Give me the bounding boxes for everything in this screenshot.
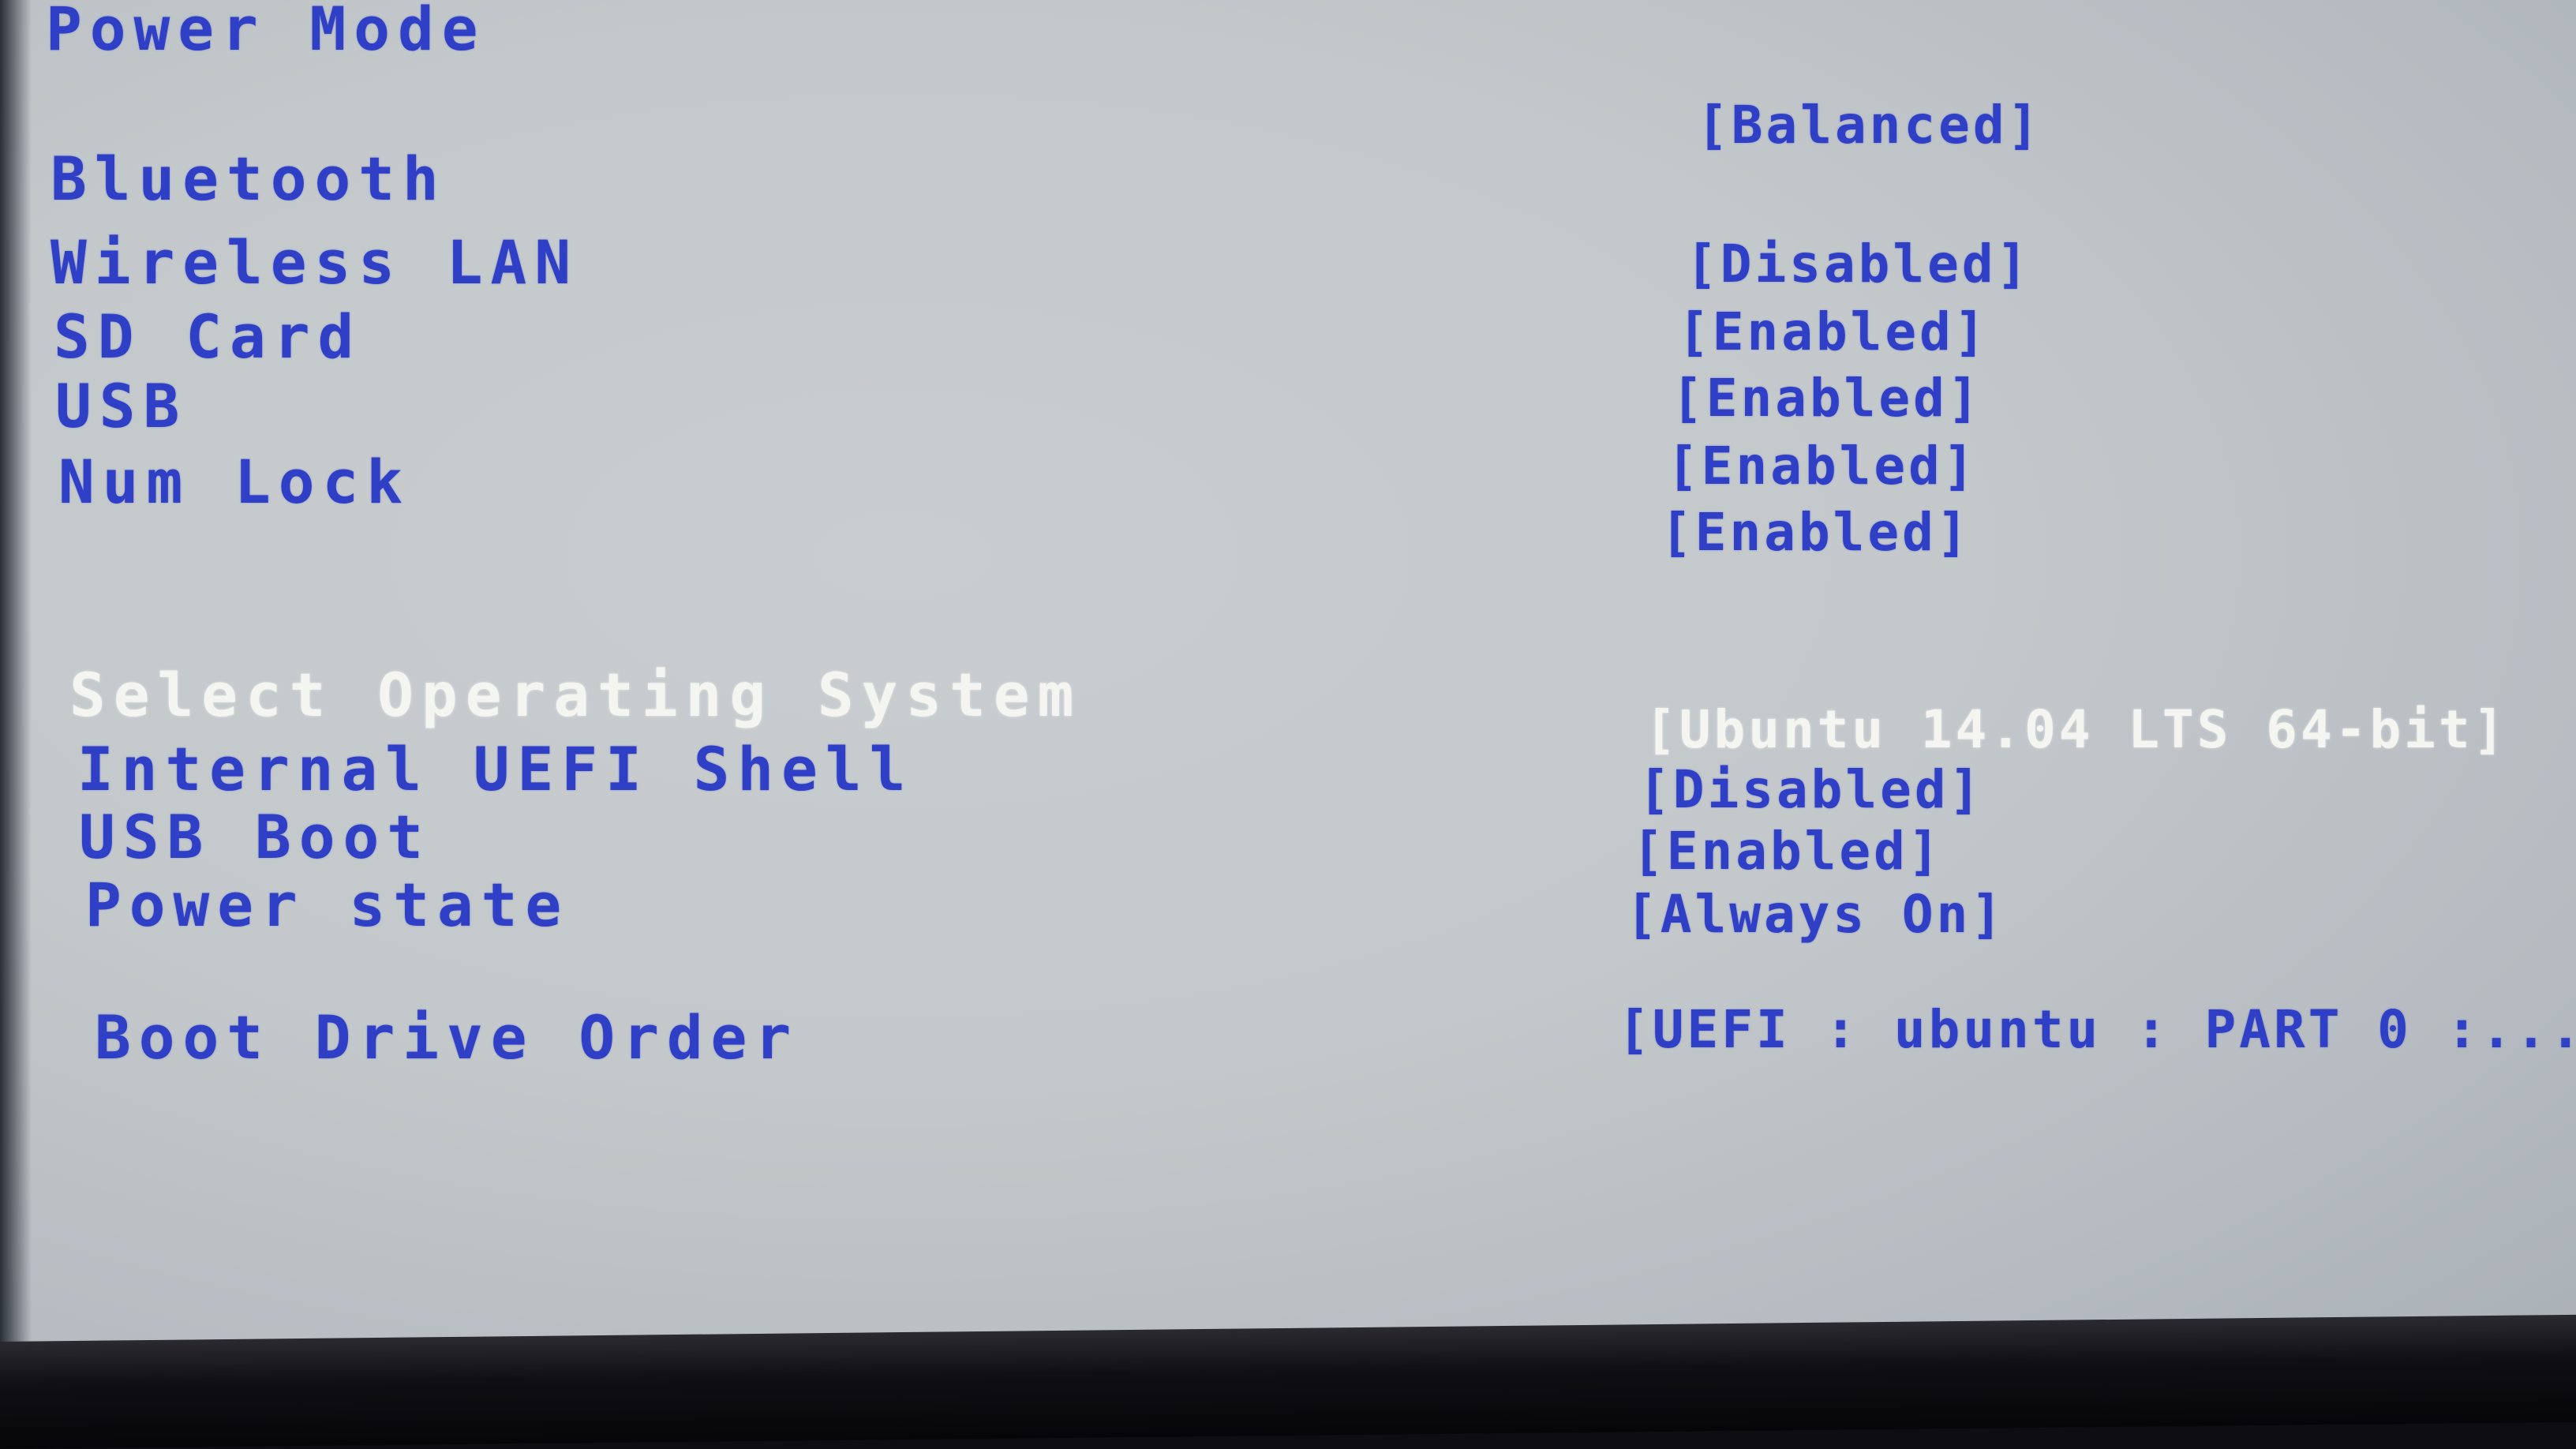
setting-label-boot-drive-order[interactable]: Boot Drive Order [95, 1002, 799, 1073]
setting-value-usb[interactable]: [Enabled] [1672, 368, 1983, 429]
setting-label-wireless-lan[interactable]: Wireless LAN [51, 227, 578, 298]
setting-label-num-lock[interactable]: Num Lock [58, 447, 410, 517]
bios-screen: Power Mode [Balanced] Bluetooth Wireless… [0, 0, 2576, 1389]
setting-value-power-state[interactable]: [Always On] [1626, 884, 2005, 945]
setting-value-power-mode[interactable]: [Balanced] [1697, 95, 2042, 155]
setting-label-internal-uefi-shell[interactable]: Internal UEFI Shell [77, 734, 913, 804]
setting-label-power-state[interactable]: Power state [85, 870, 569, 940]
setting-value-usb-boot[interactable]: [Enabled] [1632, 821, 1943, 882]
setting-value-num-lock[interactable]: [Enabled] [1667, 436, 1978, 496]
setting-value-select-os[interactable]: [Ubuntu 14.04 LTS 64-bit] [1645, 699, 2507, 760]
setting-label-usb[interactable]: USB [55, 371, 187, 441]
setting-value-sd-card[interactable]: [Enabled] [1678, 301, 1989, 362]
setting-label-sd-card[interactable]: SD Card [54, 301, 361, 372]
setting-label-select-os[interactable]: Select Operating System [69, 660, 1081, 730]
setting-value-internal-uefi-shell[interactable]: [Disabled] [1638, 759, 1983, 820]
setting-value-boot-drive-order[interactable]: [UEFI : ubuntu : PART 0 :...] [1618, 999, 2576, 1060]
setting-label-bluetooth[interactable]: Bluetooth [51, 144, 447, 214]
monitor-bezel-left [0, 0, 32, 1449]
setting-value-wireless-lan[interactable]: [Disabled] [1686, 234, 2031, 294]
setting-value-extra[interactable]: [Enabled] [1661, 502, 1971, 563]
setting-label-power-mode: Power Mode [46, 0, 486, 64]
setting-label-usb-boot[interactable]: USB Boot [79, 802, 431, 872]
